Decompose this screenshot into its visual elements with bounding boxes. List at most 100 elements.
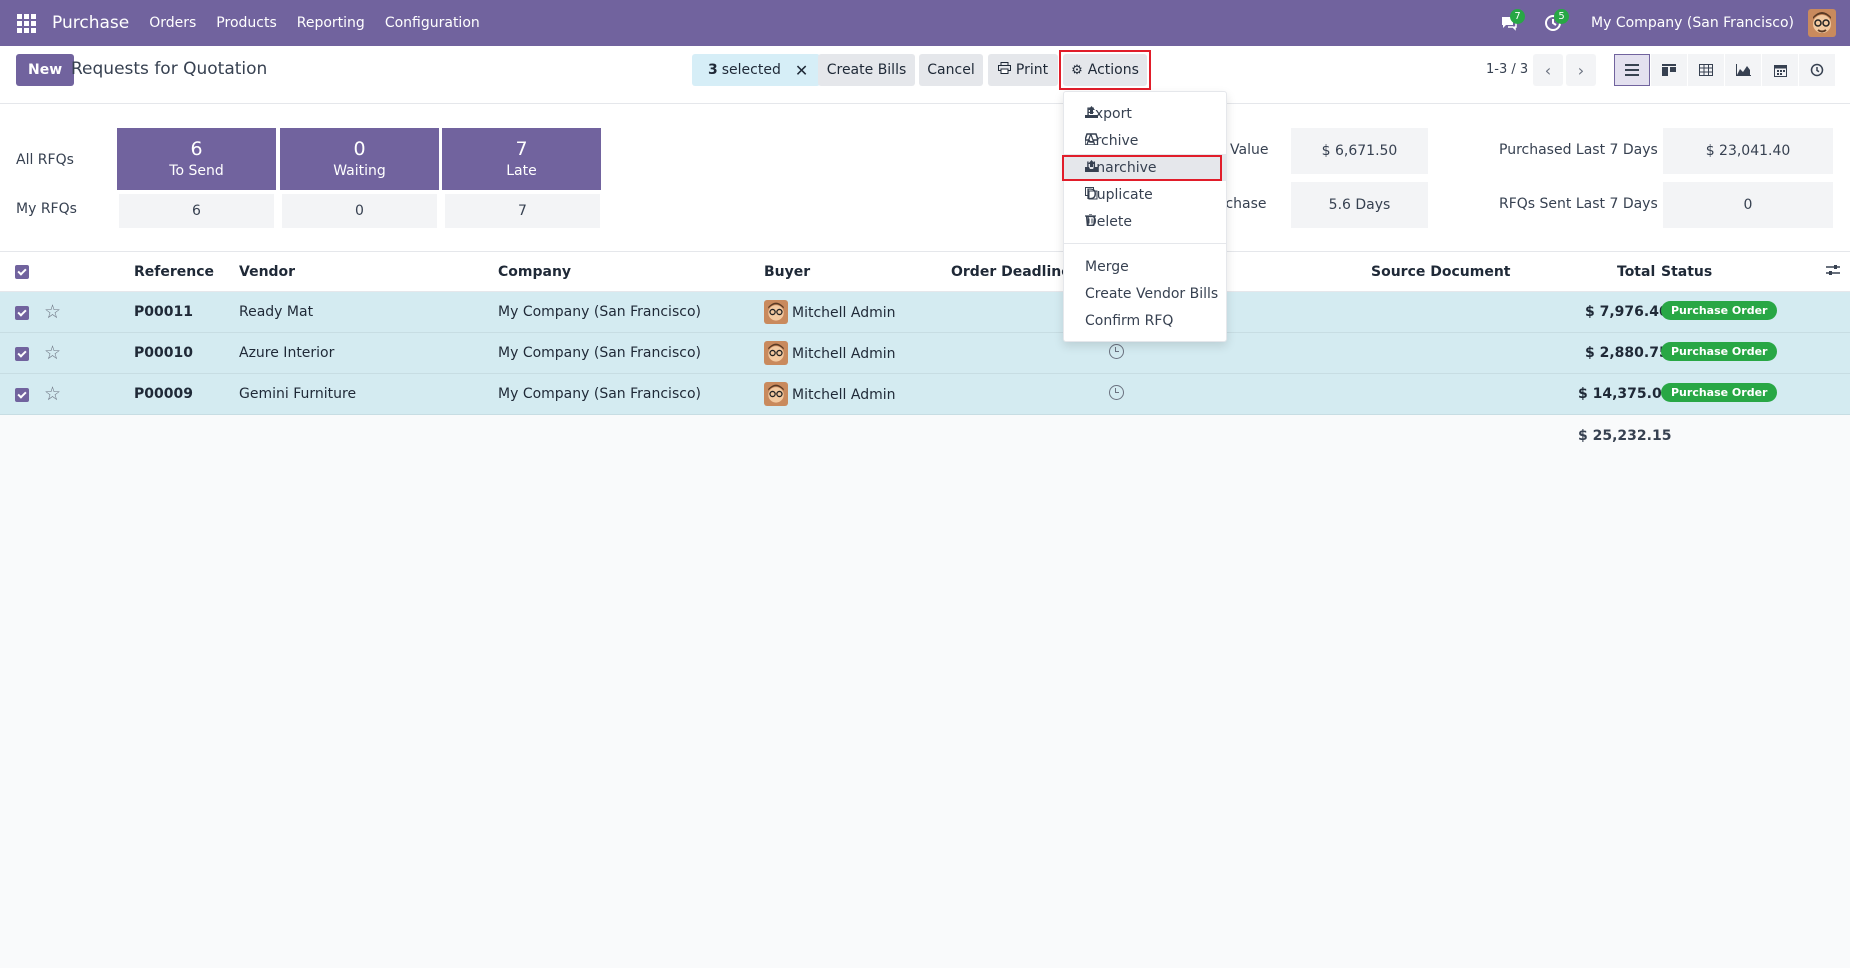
activities-icon[interactable]: 5 (1531, 0, 1575, 46)
print-label: Print (1015, 62, 1049, 78)
menu-item-merge[interactable]: Merge (1064, 253, 1226, 280)
cancel-button[interactable]: Cancel (919, 54, 983, 86)
menu-item-delete[interactable]: Delete (1064, 208, 1226, 235)
trash-icon (1064, 213, 1096, 229)
all-rfqs-label: All RFQs (16, 152, 74, 168)
pager-previous-icon[interactable]: ‹ (1533, 54, 1563, 86)
menu-item-duplicate[interactable]: Duplicate (1064, 181, 1226, 208)
menu-item-export-label: Export (1086, 105, 1132, 122)
deadline-clock-icon (1109, 344, 1124, 359)
table-row[interactable]: ☆ P00010 Azure Interior My Company (San … (0, 333, 1850, 374)
row-reference: P00009 (134, 386, 193, 402)
buyer-avatar (764, 300, 788, 324)
row-company: My Company (San Francisco) (498, 386, 701, 402)
control-panel: New Requests for Quotation 3 selected ✕ … (0, 46, 1850, 104)
select-all-checkbox[interactable] (15, 265, 29, 279)
header-total[interactable]: Total (1617, 264, 1655, 280)
row-checkbox[interactable] (15, 306, 29, 320)
tile-to-send-count: 6 (190, 138, 203, 160)
row-checkbox[interactable] (15, 347, 29, 361)
optional-columns-icon[interactable] (1826, 263, 1840, 281)
user-avatar[interactable] (1808, 9, 1836, 37)
unarchive-highlight (1062, 155, 1222, 181)
tile-to-send[interactable]: 6 To Send (117, 128, 276, 190)
menu-item-archive[interactable]: Archive (1064, 127, 1226, 154)
buyer-avatar (764, 341, 788, 365)
purchased-label: Purchased Last 7 Days (1499, 142, 1658, 158)
status-badge: Purchase Order (1661, 383, 1778, 402)
messages-icon[interactable]: 7 (1487, 0, 1531, 46)
priority-star-icon[interactable]: ☆ (44, 342, 61, 364)
stat-value: $ 6,671.50 (1291, 128, 1428, 174)
tile-waiting-count: 0 (353, 138, 366, 160)
row-company: My Company (San Francisco) (498, 345, 701, 361)
priority-star-icon[interactable]: ☆ (44, 301, 61, 323)
grand-total: $ 25,232.15 (1578, 428, 1672, 444)
page-title: Requests for Quotation (71, 59, 268, 79)
print-button[interactable]: Print (988, 54, 1058, 86)
menu-item-delete-label: Delete (1086, 213, 1132, 230)
tile-waiting[interactable]: 0 Waiting (280, 128, 439, 190)
stat-purchase: 5.6 Days (1291, 182, 1428, 228)
print-icon (997, 62, 1011, 78)
new-button[interactable]: New (16, 54, 75, 86)
menu-separator (1064, 243, 1226, 244)
menu-reporting[interactable]: Reporting (287, 15, 375, 31)
header-source-document[interactable]: Source Document (1371, 264, 1511, 280)
actions-highlight (1059, 50, 1151, 90)
row-buyer: Mitchell Admin (792, 346, 896, 362)
selected-label: selected (721, 62, 781, 78)
row-checkbox[interactable] (15, 388, 29, 402)
menu-products[interactable]: Products (206, 15, 286, 31)
selected-count: 3 (708, 62, 718, 78)
my-to-send[interactable]: 6 (119, 194, 274, 228)
row-total: $ 2,880.75 (1585, 345, 1669, 361)
header-status[interactable]: Status (1661, 264, 1712, 280)
menu-orders[interactable]: Orders (139, 15, 206, 31)
activity-view-icon[interactable] (1799, 54, 1835, 86)
company-switcher[interactable]: My Company (San Francisco) (1591, 15, 1794, 31)
header-buyer[interactable]: Buyer (764, 264, 810, 280)
table-row[interactable]: ☆ P00009 Gemini Furniture My Company (Sa… (0, 374, 1850, 415)
app-menu-icon[interactable] (0, 0, 52, 46)
row-total: $ 14,375.00 (1578, 386, 1672, 402)
tile-waiting-label: Waiting (333, 163, 386, 179)
tile-late[interactable]: 7 Late (442, 128, 601, 190)
clear-selection-icon[interactable]: ✕ (795, 61, 808, 80)
app-brand[interactable]: Purchase (52, 13, 129, 33)
messages-count-badge: 7 (1510, 9, 1526, 24)
row-reference: P00010 (134, 345, 193, 361)
sent-label: RFQs Sent Last 7 Days (1499, 196, 1658, 212)
priority-star-icon[interactable]: ☆ (44, 383, 61, 405)
calendar-view-icon[interactable] (1762, 54, 1798, 86)
table-row[interactable]: ☆ P00011 Ready Mat My Company (San Franc… (0, 292, 1850, 333)
header-order-deadline[interactable]: Order Deadline (951, 264, 1071, 280)
create-bills-button[interactable]: Create Bills (818, 54, 915, 86)
row-buyer: Mitchell Admin (792, 387, 896, 403)
menu-item-confirm-rfq[interactable]: Confirm RFQ (1064, 307, 1226, 334)
kanban-view-icon[interactable] (1651, 54, 1687, 86)
menu-item-create-vendor-bills[interactable]: Create Vendor Bills (1064, 280, 1226, 307)
pivot-view-icon[interactable] (1688, 54, 1724, 86)
tile-to-send-label: To Send (169, 163, 224, 179)
top-navbar: Purchase Orders Products Reporting Confi… (0, 0, 1850, 46)
copy-icon (1064, 186, 1098, 203)
my-late[interactable]: 7 (445, 194, 600, 228)
my-waiting[interactable]: 0 (282, 194, 437, 228)
header-reference[interactable]: Reference (134, 264, 214, 280)
pager-next-icon[interactable]: › (1566, 54, 1596, 86)
pager-value[interactable]: 1-3 / 3 (1486, 62, 1528, 77)
graph-view-icon[interactable] (1725, 54, 1761, 86)
stat-value-label: Value (1230, 142, 1269, 158)
header-company[interactable]: Company (498, 264, 571, 280)
purchased-value: $ 23,041.40 (1663, 128, 1833, 174)
row-buyer: Mitchell Admin (792, 305, 896, 321)
table-header: Reference Vendor Company Buyer Order Dea… (0, 252, 1850, 292)
tile-late-count: 7 (515, 138, 528, 160)
upload-icon (1064, 106, 1098, 121)
menu-item-export[interactable]: Export (1064, 100, 1226, 127)
menu-configuration[interactable]: Configuration (375, 15, 490, 31)
inbox-icon (1064, 133, 1099, 148)
list-view-icon[interactable] (1614, 54, 1650, 86)
header-vendor[interactable]: Vendor (239, 264, 295, 280)
